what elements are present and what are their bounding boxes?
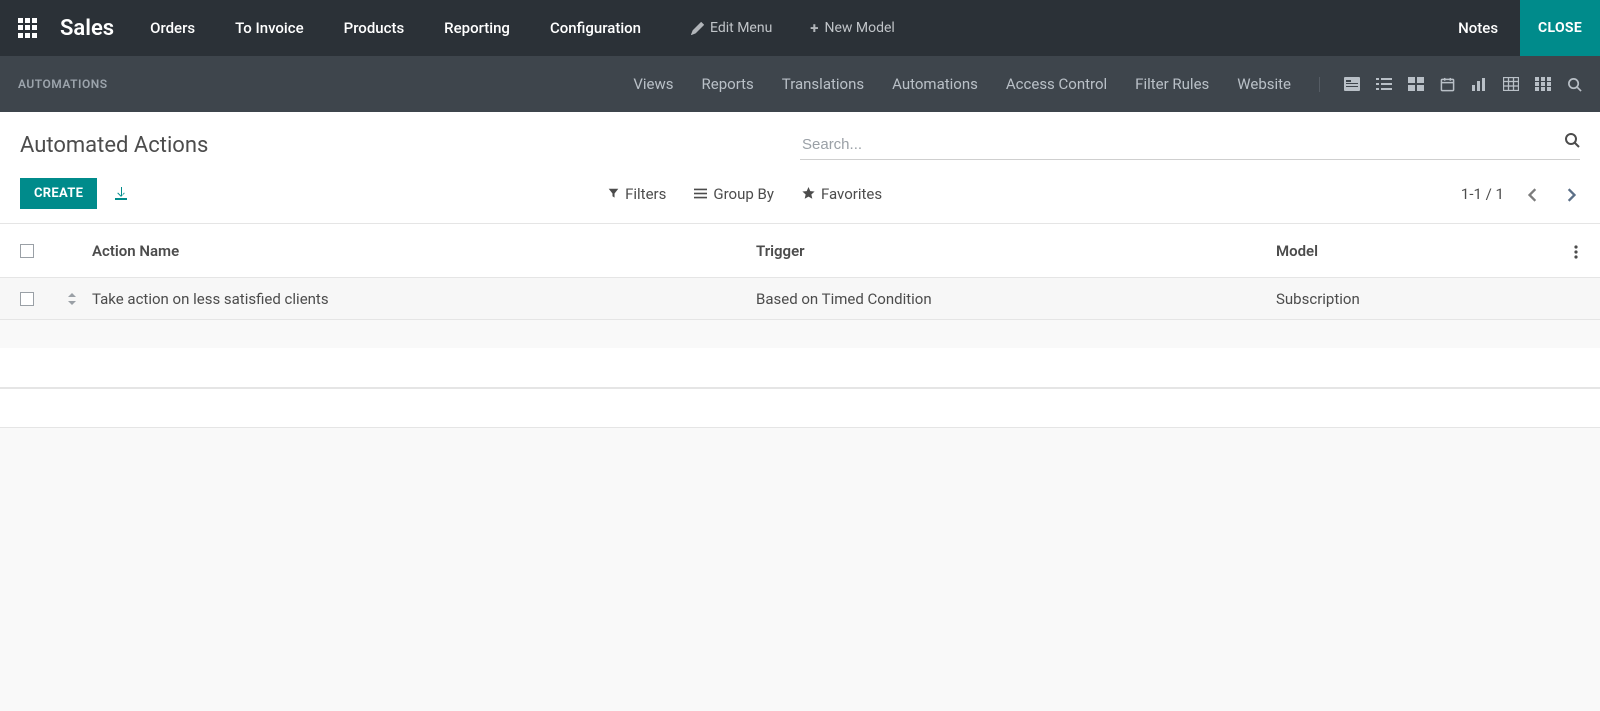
export-icon[interactable]: [113, 185, 129, 201]
close-button[interactable]: CLOSE: [1520, 0, 1600, 56]
menu-to-invoice[interactable]: To Invoice: [235, 19, 304, 37]
table-row[interactable]: Take action on less satisfied clients Ba…: [0, 278, 1600, 320]
cell-trigger: Based on Timed Condition: [756, 290, 1276, 308]
drag-handle-icon[interactable]: [52, 293, 92, 305]
pager: 1-1 / 1: [1461, 181, 1580, 207]
menu-configuration[interactable]: Configuration: [550, 19, 641, 37]
new-model-button[interactable]: + New Model: [810, 19, 895, 37]
row-checkbox[interactable]: [20, 292, 34, 306]
pager-next-icon[interactable]: [1562, 181, 1580, 207]
subnav-translations[interactable]: Translations: [782, 75, 864, 93]
graph-view-icon[interactable]: [1471, 77, 1487, 91]
optional-columns-icon[interactable]: [1556, 242, 1596, 260]
list-lines-icon: [694, 188, 707, 199]
favorites-dropdown[interactable]: Favorites: [802, 185, 882, 203]
main-menu: Orders To Invoice Products Reporting Con…: [150, 19, 641, 37]
kanban-view-icon[interactable]: [1408, 77, 1424, 91]
pivot-view-icon[interactable]: [1503, 77, 1519, 91]
subnav-title: AUTOMATIONS: [18, 77, 108, 91]
control-panel: Automated Actions CREATE Filters Group B…: [0, 112, 1600, 224]
plus-icon: +: [810, 19, 818, 37]
col-trigger[interactable]: Trigger: [756, 242, 1276, 260]
pager-prev-icon[interactable]: [1524, 181, 1542, 207]
subnav-automations[interactable]: Automations: [892, 75, 978, 93]
form-view-icon[interactable]: [1344, 77, 1360, 91]
edit-menu-label: Edit Menu: [710, 20, 772, 36]
groupby-label: Group By: [713, 185, 774, 203]
menu-orders[interactable]: Orders: [150, 19, 195, 37]
filter-bar: Filters Group By Favorites: [608, 185, 882, 203]
page-title: Automated Actions: [20, 133, 800, 158]
subnav-website[interactable]: Website: [1237, 75, 1291, 93]
filters-dropdown[interactable]: Filters: [608, 185, 666, 203]
view-switcher: [1319, 77, 1582, 92]
create-button[interactable]: CREATE: [20, 178, 97, 209]
calendar-view-icon[interactable]: [1440, 77, 1455, 92]
subnav-reports[interactable]: Reports: [702, 75, 754, 93]
subnav-access-control[interactable]: Access Control: [1006, 75, 1107, 93]
spacer-band-2: [0, 388, 1600, 428]
table-header: Action Name Trigger Model: [0, 224, 1600, 278]
groupby-dropdown[interactable]: Group By: [694, 185, 774, 203]
favorites-label: Favorites: [821, 185, 882, 203]
search-input[interactable]: [800, 130, 1580, 160]
select-all-checkbox[interactable]: [20, 244, 34, 258]
edit-menu-button[interactable]: Edit Menu: [691, 20, 772, 36]
menu-products[interactable]: Products: [344, 19, 405, 37]
subnav-links: Views Reports Translations Automations A…: [633, 75, 1291, 93]
notes-link[interactable]: Notes: [1458, 19, 1498, 37]
list-view: Action Name Trigger Model Take action on…: [0, 224, 1600, 320]
funnel-icon: [608, 188, 619, 199]
col-action-name[interactable]: Action Name: [92, 242, 756, 260]
search-icon[interactable]: [1564, 132, 1580, 148]
cell-model: Subscription: [1276, 290, 1556, 308]
cell-action-name: Take action on less satisfied clients: [92, 290, 756, 308]
apps-icon[interactable]: [18, 18, 38, 38]
pager-value[interactable]: 1-1 / 1: [1461, 185, 1504, 203]
list-view-icon[interactable]: [1376, 77, 1392, 91]
filters-label: Filters: [625, 185, 666, 203]
studio-actions: Edit Menu + New Model: [691, 19, 895, 37]
new-model-label: New Model: [824, 20, 894, 36]
search-view-icon[interactable]: [1567, 77, 1582, 92]
top-navbar: Sales Orders To Invoice Products Reporti…: [0, 0, 1600, 56]
menu-reporting[interactable]: Reporting: [444, 19, 510, 37]
star-icon: [802, 187, 815, 200]
dashboard-view-icon[interactable]: [1535, 77, 1551, 91]
subnav-filter-rules[interactable]: Filter Rules: [1135, 75, 1209, 93]
pencil-icon: [691, 22, 704, 35]
spacer-band: [0, 348, 1600, 388]
search-container: [800, 130, 1580, 160]
col-model[interactable]: Model: [1276, 242, 1556, 260]
subnav-views[interactable]: Views: [633, 75, 673, 93]
sub-navbar: AUTOMATIONS Views Reports Translations A…: [0, 56, 1600, 112]
app-brand[interactable]: Sales: [60, 16, 114, 41]
